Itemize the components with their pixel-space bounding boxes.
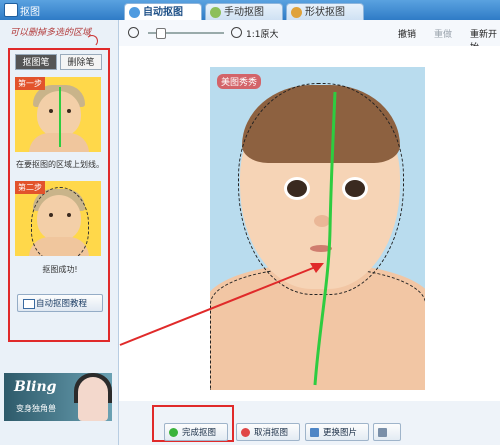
change-image-button[interactable]: 更换图片 <box>305 423 369 441</box>
check-icon <box>169 428 178 437</box>
green-brush-stroke <box>313 91 337 386</box>
more-button[interactable] <box>373 423 401 441</box>
cancel-cutout-button[interactable]: 取消抠图 <box>236 423 300 441</box>
more-icon <box>378 428 387 437</box>
finish-cutout-label: 完成抠图 <box>182 428 217 438</box>
cancel-icon <box>241 428 250 437</box>
image-icon <box>310 428 319 437</box>
change-image-label: 更换图片 <box>323 428 358 438</box>
annotation-layer <box>119 91 337 386</box>
cancel-cutout-label: 取消抠图 <box>254 428 289 438</box>
red-arrow-line <box>119 265 319 346</box>
finish-cutout-button[interactable]: 完成抠图 <box>164 423 228 441</box>
